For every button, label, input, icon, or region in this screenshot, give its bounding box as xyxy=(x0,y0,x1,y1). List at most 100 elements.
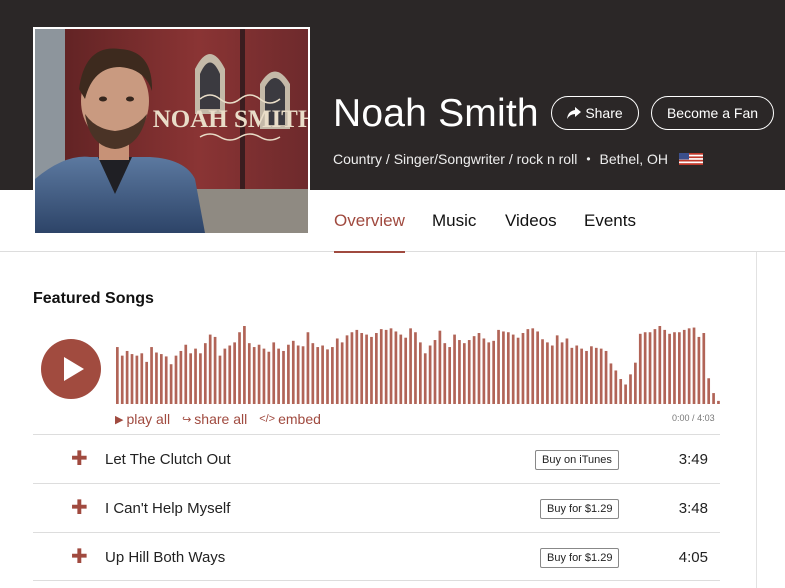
waveform-bar xyxy=(331,347,334,404)
waveform-bar xyxy=(306,332,310,404)
waveform-bar xyxy=(570,347,574,404)
waveform-bar xyxy=(619,379,623,404)
waveform-bar xyxy=(511,334,515,404)
waveform-bar xyxy=(443,343,447,404)
waveform-bar xyxy=(502,331,505,404)
waveform-bar xyxy=(682,329,686,404)
buy-button[interactable]: Buy for $1.29 xyxy=(540,499,620,519)
share-button-label: Share xyxy=(585,105,623,121)
waveform-bar xyxy=(311,343,315,404)
waveform-bar xyxy=(174,355,178,404)
play-all-label: play all xyxy=(126,411,171,427)
waveform-bar xyxy=(394,331,398,404)
waveform-bar xyxy=(550,345,554,404)
song-row[interactable]: ✚ I Can't Help Myself Buy for $1.29 3:48 xyxy=(33,483,720,532)
waveform-bar xyxy=(678,332,681,404)
become-a-fan-label: Become a Fan xyxy=(666,105,759,121)
waveform-bar xyxy=(629,374,632,404)
waveform-bar xyxy=(140,353,144,404)
waveform-bar xyxy=(291,340,295,404)
waveform-bar xyxy=(487,342,491,404)
waveform-bar xyxy=(213,336,217,404)
waveform-bar xyxy=(335,338,339,404)
waveform-bar xyxy=(462,343,466,404)
artist-meta: Country / Singer/Songwriter / rock n rol… xyxy=(333,151,704,167)
waveform-bar xyxy=(350,332,354,404)
tab-overview[interactable]: Overview xyxy=(334,211,405,253)
waveform-bar xyxy=(326,349,329,404)
waveform-bar xyxy=(375,333,378,404)
waveform-bar xyxy=(506,332,510,404)
waveform-bar xyxy=(624,384,627,404)
waveform-bar xyxy=(355,329,359,404)
add-to-playlist-icon[interactable]: ✚ xyxy=(71,547,88,567)
waveform-bar xyxy=(179,350,183,404)
waveform-bar xyxy=(648,332,652,404)
us-flag-icon xyxy=(679,153,704,165)
song-row[interactable]: ✚ Let The Clutch Out Buy on iTunes 3:49 xyxy=(33,434,720,483)
waveform-bar xyxy=(360,333,364,404)
embed-label: embed xyxy=(278,411,321,427)
waveform-bar xyxy=(702,333,706,404)
time-readout: 0:00 / 4:03 xyxy=(672,413,715,423)
waveform-bar xyxy=(585,350,588,404)
featured-songs-title: Featured Songs xyxy=(33,290,154,307)
play-icon xyxy=(64,357,84,381)
waveform-bar xyxy=(272,342,276,404)
song-title[interactable]: I Can't Help Myself xyxy=(105,500,230,517)
waveform-bar xyxy=(404,337,408,404)
waveform-bar xyxy=(448,347,452,404)
share-arrow-icon xyxy=(567,107,582,119)
waveform-bar xyxy=(477,333,481,404)
waveform-bar xyxy=(282,350,285,404)
waveform-bar xyxy=(609,363,613,404)
add-to-playlist-icon[interactable]: ✚ xyxy=(71,449,88,469)
waveform-bar xyxy=(673,332,676,404)
current-time: 0:00 xyxy=(672,413,690,423)
waveform-bar xyxy=(116,347,119,404)
song-title[interactable]: Let The Clutch Out xyxy=(105,451,231,468)
waveform-bar xyxy=(247,343,251,404)
waveform-bar xyxy=(472,336,476,404)
meta-separator: • xyxy=(586,152,591,166)
waveform-bar xyxy=(590,346,593,404)
embed-link[interactable]: </> embed xyxy=(259,411,321,427)
waveform-bar xyxy=(712,393,715,404)
waveform-bar xyxy=(536,331,539,404)
song-duration: 3:49 xyxy=(678,451,708,468)
waveform-bar xyxy=(203,343,207,404)
waveform-bar xyxy=(697,336,701,404)
share-button[interactable]: Share xyxy=(551,96,639,130)
waveform-bar xyxy=(155,352,158,404)
song-row[interactable]: ✚ Up Hill Both Ways Buy for $1.29 4:05 xyxy=(33,532,720,581)
waveform-bar xyxy=(546,342,549,404)
tab-videos[interactable]: Videos xyxy=(505,211,557,251)
waveform[interactable] xyxy=(115,320,721,405)
waveform-bar xyxy=(428,345,432,404)
buy-button[interactable]: Buy for $1.29 xyxy=(540,548,620,568)
play-all-link[interactable]: ▶ play all xyxy=(115,411,170,427)
waveform-bar xyxy=(164,356,168,404)
waveform-bar xyxy=(668,333,671,404)
waveform-bar xyxy=(125,350,129,404)
waveform-bar xyxy=(497,329,500,404)
genre-list: Country / Singer/Songwriter / rock n rol… xyxy=(333,151,578,167)
tab-events[interactable]: Events xyxy=(584,211,636,251)
waveform-bar xyxy=(184,344,188,404)
become-a-fan-button[interactable]: Become a Fan xyxy=(651,96,774,130)
tab-music[interactable]: Music xyxy=(432,211,476,251)
waveform-bar xyxy=(130,354,134,404)
play-button[interactable] xyxy=(41,339,101,399)
add-to-playlist-icon[interactable]: ✚ xyxy=(71,498,88,518)
photo-overlay-text: NOAH SMITH xyxy=(153,106,308,133)
waveform-bar xyxy=(267,351,271,404)
song-title[interactable]: Up Hill Both Ways xyxy=(105,549,225,566)
waveform-bar xyxy=(599,348,603,404)
waveform-bar xyxy=(482,338,486,404)
buy-on-itunes-button[interactable]: Buy on iTunes xyxy=(535,450,619,470)
waveform-bar xyxy=(199,353,202,404)
waveform-bar xyxy=(194,348,197,404)
waveform-bar xyxy=(389,328,393,404)
share-all-link[interactable]: ↪ share all xyxy=(182,411,247,427)
song-list: ✚ Let The Clutch Out Buy on iTunes 3:49 … xyxy=(33,434,720,581)
